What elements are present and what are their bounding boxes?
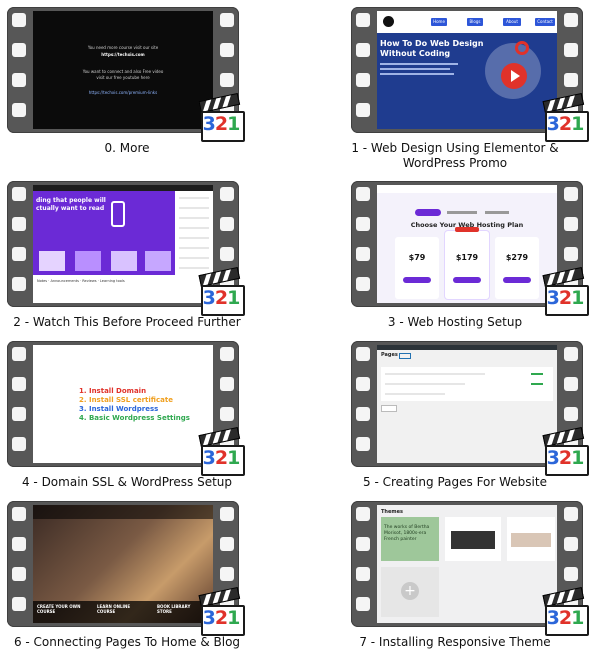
media-player-classic-icon: 321: [198, 586, 245, 636]
phone-illustration: [111, 201, 125, 227]
media-player-classic-icon: 321: [542, 426, 589, 476]
thumb-text: The works of Bertha Morisot, 1800s-era F…: [384, 525, 430, 542]
logo: [383, 16, 394, 27]
list-item: 2. Install SSL certificate: [79, 396, 173, 404]
video-title[interactable]: 1 - Web Design Using Elementor & WordPre…: [335, 141, 575, 171]
media-player-classic-icon: 321: [542, 92, 589, 142]
video-title[interactable]: 0. More: [7, 141, 247, 156]
video-thumbnail: You need more course visit our site http…: [33, 11, 213, 129]
add-theme-icon: +: [401, 582, 419, 600]
thumb-headline: Themes: [381, 509, 403, 515]
thumb-text: LEARN ONLINE COURSE: [97, 604, 131, 614]
video-thumbnail: Choose Your Web Hosting Plan $79 $179 $2…: [377, 185, 557, 303]
price: $79: [408, 253, 426, 262]
thumb-text: CREATE YOUR OWN COURSE: [37, 604, 81, 614]
list-item: 1. Install Domain: [79, 387, 147, 395]
video-title[interactable]: 5 - Creating Pages For Website: [335, 475, 575, 490]
media-player-classic-icon: 321: [198, 426, 245, 476]
thumb-headline: ctually want to read: [36, 205, 105, 212]
thumb-text: You need more course visit our site: [87, 45, 159, 50]
thumb-text: visit our free youtube here: [96, 75, 150, 80]
thumb-headline: How To Do Web Design: [380, 39, 484, 48]
video-thumbnail: Pages: [377, 345, 557, 463]
media-player-classic-icon: 321: [542, 586, 589, 636]
price: $179: [455, 253, 479, 262]
list-item: 3. Install Wordpress: [79, 405, 159, 413]
thumb-text: BOOK LIBRARY STORE: [157, 604, 191, 614]
video-title[interactable]: 7 - Installing Responsive Theme: [335, 635, 575, 650]
video-title[interactable]: 3 - Web Hosting Setup: [335, 315, 575, 330]
video-thumbnail: 1. Install Domain 2. Install SSL certifi…: [33, 345, 213, 463]
media-player-classic-icon: 321: [198, 92, 245, 142]
list-item: 4. Basic Wordpress Settings: [79, 414, 190, 422]
video-title[interactable]: 6 - Connecting Pages To Home & Blog: [7, 635, 247, 650]
thumb-headline: Pages: [381, 352, 398, 358]
thumb-headline: ding that people will: [36, 197, 106, 204]
video-thumbnail: CREATE YOUR OWN COURSE LEARN ONLINE COUR…: [33, 505, 213, 623]
thumb-text: https://techxis.com/premium-links: [88, 90, 158, 95]
thumb-text: https://techxis.com: [101, 52, 145, 57]
video-title[interactable]: 4 - Domain SSL & WordPress Setup: [7, 475, 247, 490]
video-thumbnail: ding that people will ctually want to re…: [33, 185, 213, 303]
price: $279: [505, 253, 529, 262]
thumb-headline: Without Coding: [380, 49, 451, 58]
thumb-text: You want to connect and also Free video: [82, 69, 164, 74]
media-player-classic-icon: 321: [542, 266, 589, 316]
target-icon: [515, 41, 529, 55]
video-thumbnail: Themes The works of Bertha Morisot, 1800…: [377, 505, 557, 623]
video-thumbnail: Home Blogs About Us Contact Us How To Do…: [377, 11, 557, 129]
video-title[interactable]: 2 - Watch This Before Proceed Further: [7, 315, 247, 330]
media-player-classic-icon: 321: [198, 266, 245, 316]
